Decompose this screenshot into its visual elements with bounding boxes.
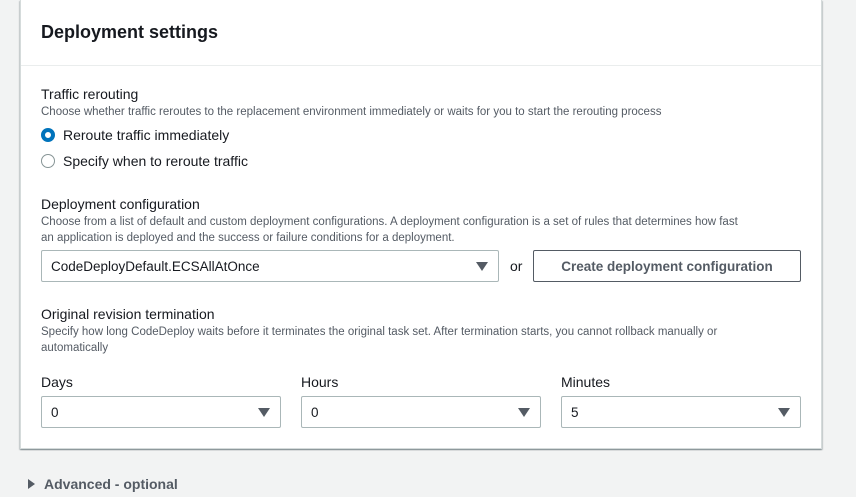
caret-down-icon [778,407,790,417]
termination-label: Original revision termination [41,306,215,322]
radio-selected-icon[interactable] [41,128,55,142]
minutes-label: Minutes [561,374,611,390]
hours-label: Hours [301,374,339,390]
panel-title: Deployment settings [41,22,219,42]
deployment-configuration-description-1: Choose from a list of default and custom… [41,216,738,228]
select-value: CodeDeployDefault.ECSAllAtOnce [51,258,260,274]
deployment-configuration-label: Deployment configuration [41,196,200,212]
traffic-rerouting-description: Choose whether traffic reroutes to the r… [41,106,662,118]
radio-specify-when[interactable]: Specify when to reroute traffic [41,152,248,170]
radio-reroute-immediately[interactable]: Reroute traffic immediately [41,126,229,144]
create-deployment-configuration-button[interactable]: Create deployment configuration [533,250,801,282]
caret-right-icon [28,479,35,489]
termination-description-2: automatically [41,342,109,354]
hours-select[interactable]: 0 [301,396,541,428]
minutes-select[interactable]: 5 [561,396,801,428]
radio-label: Specify when to reroute traffic [63,153,248,169]
deployment-configuration-select[interactable]: CodeDeployDefault.ECSAllAtOnce [41,250,499,282]
caret-down-icon [476,261,488,271]
advanced-optional-expander[interactable]: Advanced - optional [28,476,178,492]
caret-down-icon [518,407,530,417]
traffic-rerouting-label: Traffic rerouting [41,86,139,102]
deployment-configuration-description-2: an application is deployed and the succe… [41,232,455,244]
advanced-optional-label: Advanced - optional [44,476,178,492]
radio-unselected-icon[interactable] [41,154,55,168]
panel-header: Deployment settings [21,0,821,66]
radio-label: Reroute traffic immediately [63,127,230,143]
select-value: 0 [311,404,319,420]
days-select[interactable]: 0 [41,396,281,428]
or-text: or [510,258,523,274]
deployment-settings-panel: Deployment settings Traffic rerouting Ch… [20,0,822,449]
termination-description-1: Specify how long CodeDeploy waits before… [41,326,718,338]
days-label: Days [41,374,73,390]
caret-down-icon [258,407,270,417]
select-value: 0 [51,404,59,420]
select-value: 5 [571,404,579,420]
